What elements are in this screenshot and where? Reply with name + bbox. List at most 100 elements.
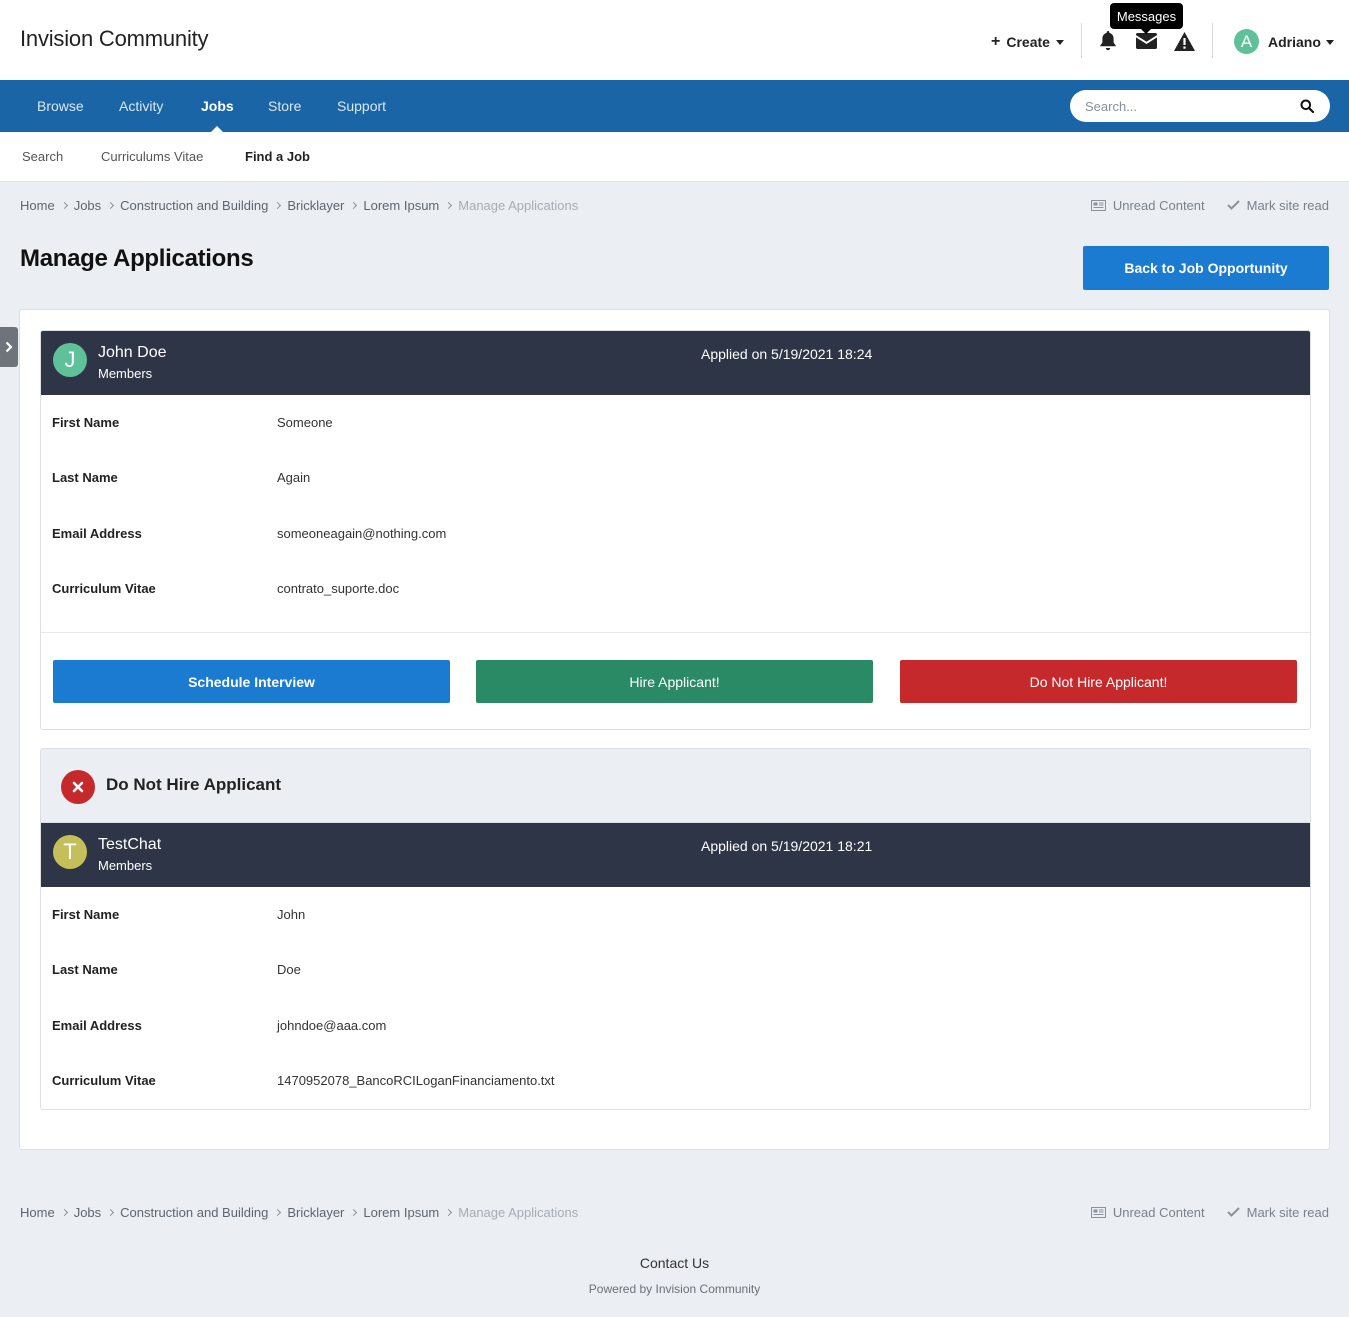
applications-panel: J John Doe Members Applied on 5/19/2021 … bbox=[19, 309, 1330, 1150]
footer-contact: Contact Us bbox=[0, 1255, 1349, 1271]
site-title[interactable]: Invision Community bbox=[20, 26, 209, 52]
application-header: T TestChat Members Applied on 5/19/2021 … bbox=[41, 823, 1310, 887]
field-row: Last Name Again bbox=[41, 470, 1310, 490]
notifications-bell-icon[interactable] bbox=[1097, 30, 1119, 52]
check-icon bbox=[1226, 1207, 1240, 1217]
breadcrumb-actions: Unread Content Mark site read bbox=[1090, 1203, 1329, 1221]
check-icon bbox=[1226, 200, 1240, 210]
hire-applicant-button[interactable]: Hire Applicant! bbox=[476, 660, 873, 703]
field-value[interactable]: johndoe@aaa.com bbox=[277, 1018, 386, 1033]
chevron-right-icon bbox=[274, 201, 282, 209]
chevron-right-icon bbox=[445, 201, 453, 209]
primary-nav: Browse Activity Jobs Store Support bbox=[0, 80, 1349, 132]
contact-us-link[interactable]: Contact Us bbox=[640, 1255, 709, 1271]
subnav-item-search[interactable]: Search bbox=[22, 132, 63, 182]
chevron-right-icon bbox=[5, 341, 13, 353]
header-divider bbox=[1212, 23, 1213, 58]
breadcrumb-bricklayer[interactable]: Bricklayer bbox=[287, 1205, 344, 1220]
applicant-name[interactable]: TestChat bbox=[98, 836, 161, 854]
mark-site-read-link[interactable]: Mark site read bbox=[1226, 1204, 1329, 1220]
field-row: Curriculum Vitae 1470952078_BancoRCILoga… bbox=[41, 1073, 1310, 1093]
chevron-right-icon bbox=[350, 201, 358, 209]
breadcrumb-home[interactable]: Home bbox=[20, 1205, 55, 1220]
search-box bbox=[1070, 90, 1330, 122]
application-status-bar: Do Not Hire Applicant bbox=[41, 749, 1310, 823]
do-not-hire-button[interactable]: Do Not Hire Applicant! bbox=[900, 660, 1297, 703]
site-header: Invision Community + Create Messages A A… bbox=[0, 0, 1349, 80]
applied-date: Applied on 5/19/2021 18:24 bbox=[701, 346, 873, 362]
newspaper-icon bbox=[1090, 1206, 1106, 1218]
field-row: First Name John bbox=[41, 907, 1310, 927]
cv-file-link[interactable]: contrato_suporte.doc bbox=[277, 581, 399, 596]
field-label: First Name bbox=[52, 907, 120, 922]
application-card: Do Not Hire Applicant T TestChat Members… bbox=[40, 748, 1311, 1110]
back-to-job-button[interactable]: Back to Job Opportunity bbox=[1083, 246, 1329, 290]
cv-file-link[interactable]: 1470952078_BancoRCILoganFinanciamento.tx… bbox=[277, 1073, 555, 1088]
breadcrumb: Home Jobs Construction and Building Bric… bbox=[20, 196, 578, 214]
chevron-right-icon bbox=[60, 1208, 68, 1216]
field-value: Again bbox=[277, 470, 311, 485]
applicant-avatar[interactable]: J bbox=[53, 343, 87, 377]
user-name: Adriano bbox=[1268, 34, 1321, 50]
breadcrumb-actions: Unread Content Mark site read bbox=[1090, 196, 1329, 214]
mark-site-read-label: Mark site read bbox=[1246, 1204, 1329, 1220]
rejected-x-icon bbox=[61, 770, 95, 804]
header-divider bbox=[1081, 23, 1082, 58]
field-row: Curriculum Vitae contrato_suporte.doc bbox=[41, 581, 1310, 601]
field-row: Last Name Doe bbox=[41, 962, 1310, 982]
newspaper-icon bbox=[1090, 199, 1106, 211]
nav-item-browse[interactable]: Browse bbox=[37, 80, 84, 132]
chevron-right-icon bbox=[445, 1208, 453, 1216]
nav-item-store[interactable]: Store bbox=[268, 80, 301, 132]
applied-date: Applied on 5/19/2021 18:21 bbox=[701, 838, 873, 854]
sidebar-toggle[interactable] bbox=[0, 327, 18, 367]
unread-content-link[interactable]: Unread Content bbox=[1090, 1204, 1205, 1220]
chevron-right-icon bbox=[107, 1208, 115, 1216]
mark-site-read-label: Mark site read bbox=[1246, 197, 1329, 213]
breadcrumb-jobs[interactable]: Jobs bbox=[74, 1205, 101, 1220]
plus-icon: + bbox=[991, 33, 1001, 50]
applicant-avatar[interactable]: T bbox=[53, 835, 87, 869]
nav-item-jobs[interactable]: Jobs bbox=[201, 80, 234, 132]
application-header: J John Doe Members Applied on 5/19/2021 … bbox=[41, 331, 1310, 395]
field-label: Last Name bbox=[52, 962, 118, 977]
applicant-group: Members bbox=[98, 366, 153, 381]
subnav-item-find-a-job[interactable]: Find a Job bbox=[245, 132, 310, 182]
field-label: Curriculum Vitae bbox=[52, 581, 156, 596]
nav-item-activity[interactable]: Activity bbox=[119, 80, 163, 132]
field-row: First Name Someone bbox=[41, 415, 1310, 435]
user-menu[interactable]: Adriano bbox=[1268, 34, 1334, 50]
user-avatar[interactable]: A bbox=[1234, 29, 1259, 54]
breadcrumb-jobs[interactable]: Jobs bbox=[74, 198, 101, 213]
breadcrumb-lorem-ipsum[interactable]: Lorem Ipsum bbox=[363, 1205, 439, 1220]
mark-site-read-link[interactable]: Mark site read bbox=[1226, 197, 1329, 213]
search-input[interactable] bbox=[1085, 90, 1285, 122]
messages-tooltip: Messages bbox=[1110, 3, 1183, 34]
unread-content-label: Unread Content bbox=[1112, 197, 1205, 213]
breadcrumb-construction[interactable]: Construction and Building bbox=[120, 1205, 268, 1220]
nav-item-support[interactable]: Support bbox=[337, 80, 386, 132]
field-value: Doe bbox=[277, 962, 301, 977]
create-button[interactable]: + Create bbox=[991, 33, 1064, 51]
chevron-right-icon bbox=[60, 201, 68, 209]
search-icon[interactable] bbox=[1300, 99, 1314, 113]
powered-by[interactable]: Powered by Invision Community bbox=[0, 1282, 1349, 1296]
page-title: Manage Applications bbox=[20, 245, 254, 272]
field-row: Email Address johndoe@aaa.com bbox=[41, 1018, 1310, 1038]
breadcrumb-footer: Home Jobs Construction and Building Bric… bbox=[20, 1203, 578, 1221]
chevron-right-icon bbox=[350, 1208, 358, 1216]
subnav-item-curriculums-vitae[interactable]: Curriculums Vitae bbox=[101, 132, 203, 182]
reports-warning-icon[interactable] bbox=[1173, 30, 1195, 52]
field-label: Email Address bbox=[52, 526, 142, 541]
field-value[interactable]: someoneagain@nothing.com bbox=[277, 526, 446, 541]
field-row: Email Address someoneagain@nothing.com bbox=[41, 526, 1310, 546]
schedule-interview-button[interactable]: Schedule Interview bbox=[53, 660, 450, 703]
breadcrumb-construction[interactable]: Construction and Building bbox=[120, 198, 268, 213]
applicant-name[interactable]: John Doe bbox=[98, 344, 167, 362]
unread-content-label: Unread Content bbox=[1112, 1204, 1205, 1220]
breadcrumb-home[interactable]: Home bbox=[20, 198, 55, 213]
caret-down-icon bbox=[1325, 39, 1334, 45]
breadcrumb-bricklayer[interactable]: Bricklayer bbox=[287, 198, 344, 213]
breadcrumb-lorem-ipsum[interactable]: Lorem Ipsum bbox=[363, 198, 439, 213]
unread-content-link[interactable]: Unread Content bbox=[1090, 197, 1205, 213]
